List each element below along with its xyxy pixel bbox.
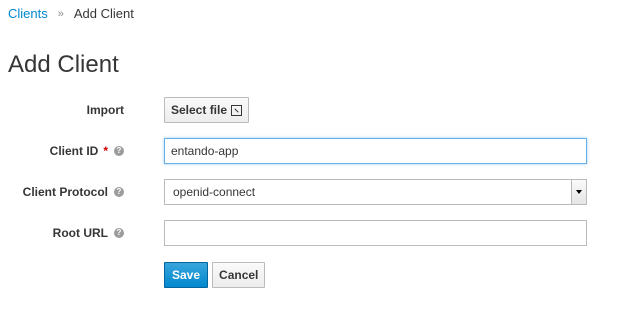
client-protocol-value: openid-connect [173,185,256,199]
client-id-row: Client ID * ? [0,138,631,164]
client-protocol-select[interactable]: openid-connect [164,179,587,205]
client-protocol-control: openid-connect [164,179,587,205]
root-url-label: Root URL ? [53,220,124,246]
help-icon[interactable]: ? [114,146,124,156]
cancel-button[interactable]: Cancel [212,262,266,288]
import-label-text: Import [86,103,124,117]
form-actions: Save Cancel [164,262,266,288]
select-file-button[interactable]: Select file [164,97,250,123]
client-id-input[interactable] [164,138,587,164]
root-url-label-text: Root URL [52,226,108,240]
client-protocol-label-text: Client Protocol [22,185,108,199]
root-url-input[interactable] [164,220,587,246]
chevron-down-icon[interactable] [571,180,586,204]
help-icon[interactable]: ? [114,228,124,238]
client-id-label-text: Client ID [49,144,99,158]
client-id-label: Client ID * ? [50,138,124,164]
client-id-control [164,138,587,164]
root-url-control [164,220,587,246]
breadcrumb-current: Add Client [73,6,134,21]
select-file-label: Select file [171,103,228,117]
import-row: Import Select file [0,97,631,123]
import-control: Select file [164,97,250,123]
import-file-icon [231,104,243,116]
save-button[interactable]: Save [164,262,209,288]
breadcrumb: Clients » Add Client [8,6,134,22]
required-asterisk: * [103,144,108,158]
breadcrumb-clients-link[interactable]: Clients [8,6,48,22]
root-url-row: Root URL ? [0,220,631,246]
breadcrumb-separator: » [57,8,64,20]
page-title: Add Client [8,51,119,78]
client-protocol-row: Client Protocol ? openid-connect [0,179,631,205]
client-protocol-label: Client Protocol ? [23,179,124,205]
help-icon[interactable]: ? [114,187,124,197]
import-label: Import [87,97,124,123]
